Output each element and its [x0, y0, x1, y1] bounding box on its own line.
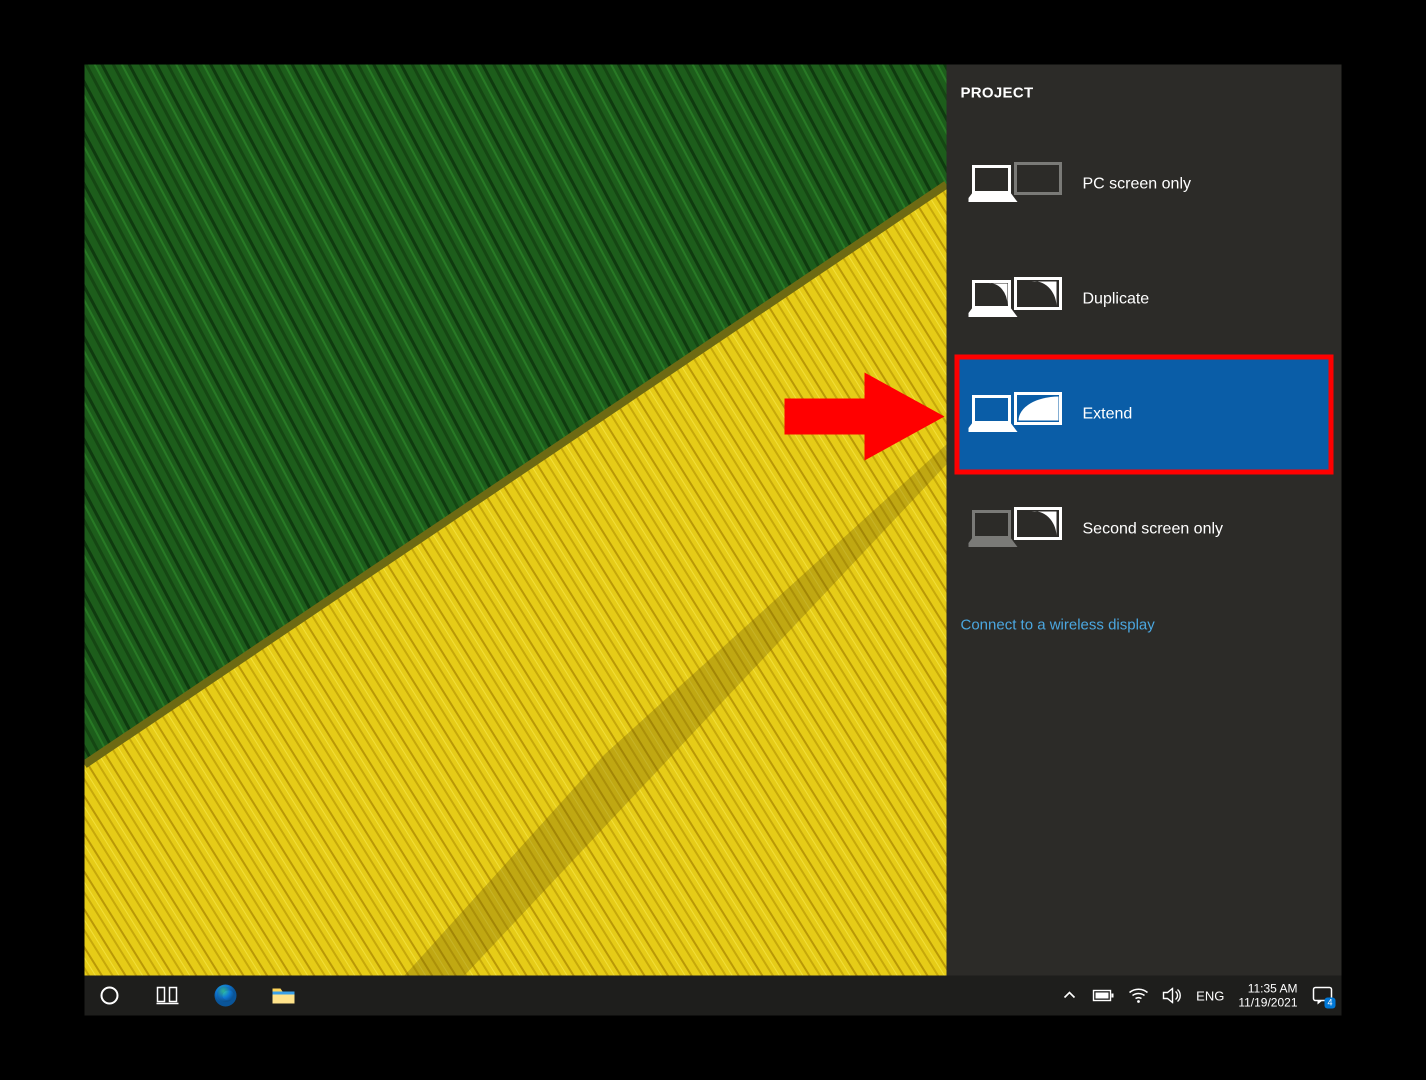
project-title: PROJECT: [961, 85, 1034, 102]
taskbar-app-file-explorer[interactable]: [269, 981, 299, 1011]
tray-clock[interactable]: 11:35 AM 11/19/2021: [1238, 982, 1297, 1010]
wallpaper: [85, 65, 947, 976]
folder-icon: [272, 986, 296, 1006]
project-option-label: Second screen only: [1083, 521, 1224, 539]
project-option-second-screen-only[interactable]: Second screen only: [955, 470, 1334, 590]
taskbar-app-edge[interactable]: [211, 981, 241, 1011]
connect-wireless-display-link[interactable]: Connect to a wireless display: [961, 617, 1155, 634]
search-circle-icon: [100, 986, 120, 1006]
project-option-label: PC screen only: [1083, 176, 1192, 194]
tray-battery[interactable]: [1092, 981, 1114, 1011]
duplicate-icon: [969, 276, 1065, 324]
battery-icon: [1092, 989, 1114, 1003]
tray-volume[interactable]: [1162, 981, 1182, 1011]
second-screen-only-icon: [969, 506, 1065, 554]
task-view-icon: [157, 987, 179, 1005]
start-button[interactable]: [95, 981, 125, 1011]
tray-time: 11:35 AM: [1248, 982, 1298, 996]
project-panel: PROJECT PC screen only: [947, 65, 1342, 976]
project-option-label: Duplicate: [1083, 291, 1150, 309]
tray-language[interactable]: ENG: [1196, 988, 1224, 1003]
project-option-duplicate[interactable]: Duplicate: [955, 240, 1334, 360]
tray-overflow-button[interactable]: [1060, 981, 1078, 1011]
project-option-pc-screen-only[interactable]: PC screen only: [955, 125, 1334, 245]
tray-date: 11/19/2021: [1238, 996, 1297, 1010]
pc-screen-only-icon: [969, 161, 1065, 209]
action-center-button[interactable]: 4: [1312, 985, 1334, 1007]
taskbar[interactable]: ENG 11:35 AM 11/19/2021 4: [85, 976, 1342, 1016]
edge-icon: [214, 984, 238, 1008]
project-option-extend[interactable]: Extend: [955, 355, 1334, 475]
extend-icon: [969, 391, 1065, 439]
project-option-label: Extend: [1083, 406, 1133, 424]
chevron-up-icon: [1062, 989, 1076, 1003]
desktop-area[interactable]: [85, 65, 947, 976]
tray-wifi[interactable]: [1128, 981, 1148, 1011]
wifi-icon: [1128, 988, 1148, 1004]
speaker-icon: [1162, 988, 1182, 1004]
task-view-button[interactable]: [153, 981, 183, 1011]
action-center-badge: 4: [1324, 998, 1335, 1009]
